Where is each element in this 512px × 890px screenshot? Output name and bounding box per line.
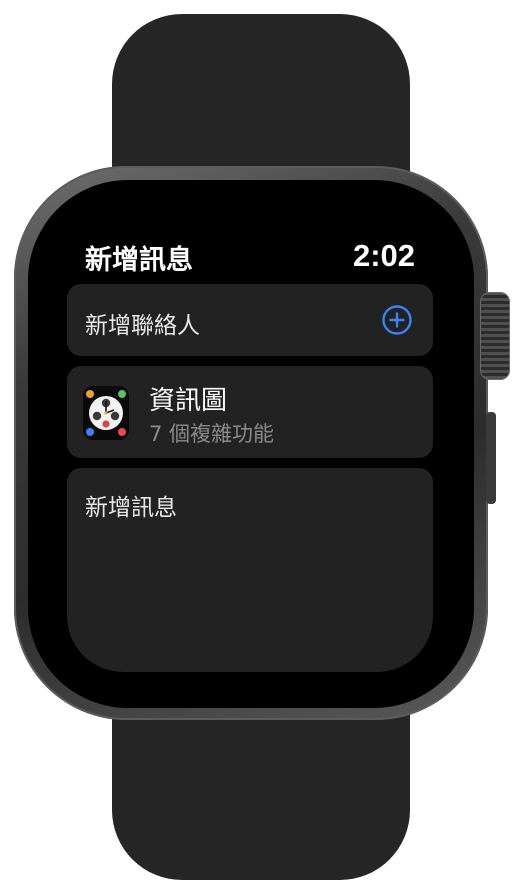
page-title: 新增訊息 [85,245,193,276]
message-placeholder: 新增訊息 [85,495,177,521]
side-button[interactable] [486,412,496,504]
infograph-face-icon [83,386,129,440]
status-bar: 新增訊息 2:02 [85,238,415,276]
apple-watch-device: 新增訊息 2:02 新增聯絡人 資訊圖 7 個複雜功能 新增訊息 [0,0,512,890]
watch-face-item[interactable]: 資訊圖 7 個複雜功能 [67,366,433,458]
message-input[interactable]: 新增訊息 [67,468,433,672]
watch-face-detail: 7 個複雜功能 [149,422,275,446]
watch-screen: 新增訊息 2:02 新增聯絡人 資訊圖 7 個複雜功能 新增訊息 [58,210,444,680]
watch-face-name: 資訊圖 [149,386,228,416]
digital-crown[interactable] [480,292,510,380]
plus-circle-icon [382,305,412,335]
add-contact-label: 新增聯絡人 [85,313,200,339]
add-contact-button[interactable]: 新增聯絡人 [67,284,433,356]
clock: 2:02 [352,238,415,273]
